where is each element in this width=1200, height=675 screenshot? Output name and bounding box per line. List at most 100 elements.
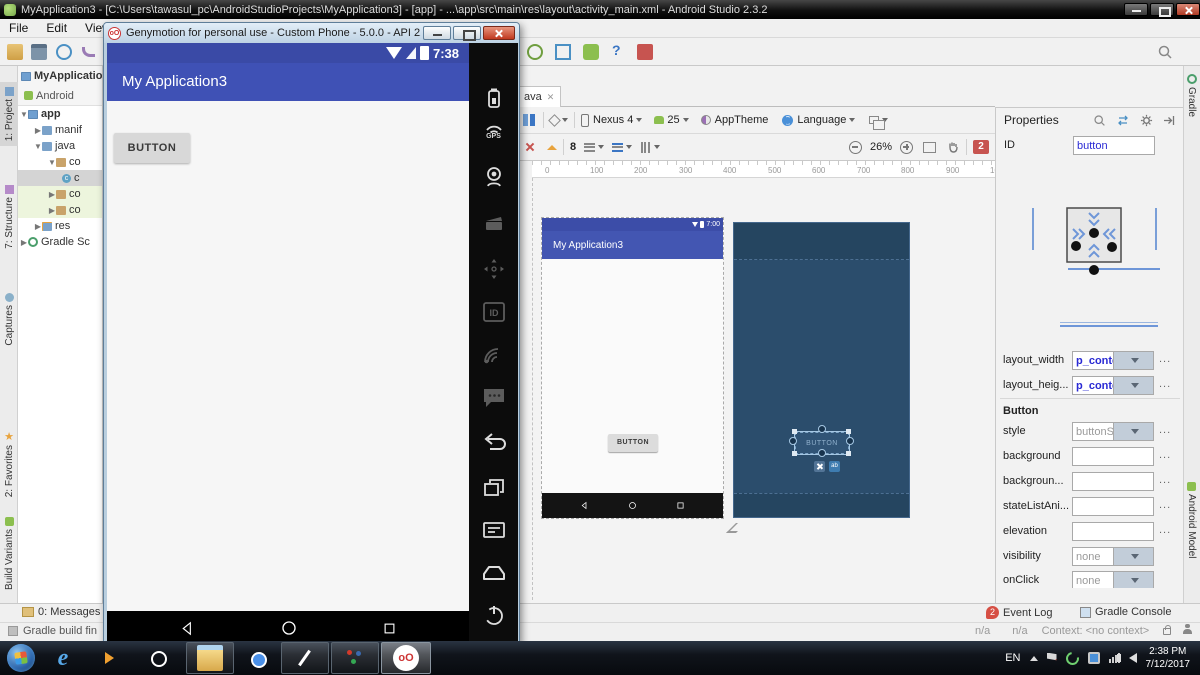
swap-view-icon[interactable] (1116, 115, 1130, 126)
tree-item-app[interactable]: ▼app (18, 106, 102, 122)
margin-icon[interactable] (584, 143, 595, 152)
api-selector[interactable]: 25 (667, 114, 679, 126)
resize-handle[interactable] (792, 429, 797, 434)
recent-apps-tool-icon[interactable] (469, 477, 518, 499)
more-button[interactable]: ... (1159, 449, 1171, 461)
menu-tool-icon[interactable] (469, 520, 518, 540)
maximize-button[interactable] (453, 26, 481, 40)
pack-icon[interactable] (641, 142, 650, 153)
search-icon[interactable] (1157, 44, 1173, 60)
statelistanimator-input[interactable] (1072, 497, 1154, 516)
tab-structure[interactable]: 7: Structure (0, 180, 18, 254)
more-button[interactable]: ... (1159, 353, 1171, 365)
minimize-button[interactable] (423, 26, 451, 40)
more-button[interactable]: ... (1159, 524, 1171, 536)
tab-build-variants[interactable]: Build Variants (0, 512, 18, 595)
undo-icon[interactable] (82, 47, 95, 57)
home-tool-icon[interactable] (469, 563, 518, 581)
blueprint-surface-icon[interactable] (530, 114, 535, 126)
constraint-inspector[interactable] (1048, 200, 1140, 300)
taskbar-explorer[interactable] (197, 645, 223, 671)
volume-icon[interactable] (1129, 653, 1137, 663)
sms-tool-icon[interactable] (469, 387, 518, 409)
close-button[interactable] (483, 26, 515, 40)
layout-height-select[interactable]: p_content (1072, 376, 1154, 395)
tree-item-res[interactable]: ▶res (18, 218, 102, 234)
minimize-button[interactable] (1124, 3, 1148, 16)
resize-handle[interactable] (846, 451, 851, 456)
project-structure-icon[interactable] (555, 44, 571, 60)
more-button[interactable]: ... (1159, 378, 1171, 390)
gear-icon[interactable] (1140, 114, 1153, 127)
recents-button[interactable] (382, 621, 397, 636)
style-select[interactable]: buttonStyl (1072, 422, 1154, 441)
genymotion-titlebar[interactable]: oO Genymotion for personal use - Custom … (104, 23, 519, 43)
clear-constraints-icon[interactable] (525, 142, 535, 152)
bias-line-2[interactable] (1060, 325, 1158, 327)
editor-tab-mainactivity[interactable]: ava ✕ (517, 86, 561, 107)
tab-favorites[interactable]: ★ 2: Favorites (0, 428, 18, 502)
emulator-button[interactable]: BUTTON (114, 133, 190, 163)
edit-text-icon[interactable]: ab (829, 461, 840, 472)
pan-icon[interactable] (946, 140, 960, 154)
tree-item-selected-class[interactable]: cc (18, 170, 102, 186)
open-icon[interactable] (7, 44, 23, 60)
onclick-select[interactable]: none (1072, 571, 1154, 588)
language-selector[interactable]: Language (797, 114, 846, 126)
background-input[interactable] (1072, 447, 1154, 466)
default-margin-value[interactable]: 8 (570, 141, 576, 153)
sdk-manager-icon[interactable] (583, 44, 599, 60)
zoom-in-icon[interactable] (900, 141, 913, 154)
tab-gradle-console[interactable]: Gradle Console (1080, 606, 1171, 618)
layout-variant-icon[interactable] (869, 116, 879, 124)
emulator-screen[interactable]: 7:38 My Application3 BUTTON (107, 43, 469, 645)
tab-close-icon[interactable]: ✕ (547, 92, 555, 103)
identifiers-tool-icon[interactable]: ID (469, 301, 518, 323)
design-surface-icon[interactable] (523, 114, 528, 126)
zoom-out-icon[interactable] (849, 141, 862, 154)
design-button[interactable]: BUTTON (608, 434, 658, 452)
menu-file[interactable]: File (0, 21, 37, 35)
taskbar-internet-explorer[interactable]: e (50, 645, 76, 671)
id-input[interactable] (1073, 136, 1155, 155)
tab-project[interactable]: 1: Project (0, 82, 18, 146)
constraint-anchor-left[interactable] (789, 437, 797, 445)
tab-event-log[interactable]: 2 Event Log (986, 606, 1053, 619)
constraint-anchor-bottom[interactable] (818, 449, 826, 457)
zoom-fit-icon[interactable] (923, 142, 936, 153)
action-center-icon[interactable] (1047, 653, 1057, 664)
more-button[interactable]: ... (1159, 474, 1171, 486)
battery-tool-icon[interactable] (469, 87, 518, 109)
lock-icon[interactable] (1163, 628, 1171, 635)
home-button[interactable] (280, 619, 298, 637)
project-view-selector[interactable]: Android (18, 86, 102, 106)
tree-item-gradle-scripts[interactable]: ▶Gradle Sc (18, 234, 102, 250)
blueprint-preview[interactable]: BUTTON ab (733, 222, 910, 518)
close-button[interactable] (1176, 3, 1200, 16)
delete-constraints-icon[interactable] (814, 461, 825, 472)
windows-update-icon[interactable] (1088, 652, 1100, 664)
power-tool-icon[interactable] (469, 603, 518, 627)
tray-clock[interactable]: 2:38 PM 7/12/2017 (1146, 645, 1197, 671)
layout-width-select[interactable]: p_content (1072, 351, 1154, 370)
tree-item-package-test[interactable]: ▶co (18, 186, 102, 202)
more-button[interactable]: ... (1159, 499, 1171, 511)
visibility-select[interactable]: none (1072, 547, 1154, 566)
start-button[interactable] (7, 644, 35, 672)
back-button[interactable] (179, 620, 196, 637)
resize-handle[interactable] (792, 451, 797, 456)
taskbar-genymotion[interactable]: oO (393, 645, 419, 671)
resize-handle[interactable] (846, 429, 851, 434)
refresh-icon[interactable] (56, 44, 72, 60)
error-count-badge[interactable]: 2 (973, 140, 989, 154)
constraint-anchor-top[interactable] (818, 425, 826, 433)
tab-android-model[interactable]: Android Model (1183, 478, 1200, 562)
align-icon[interactable] (612, 143, 623, 152)
tree-item-java[interactable]: ▼java (18, 138, 102, 154)
sync-icon[interactable] (1063, 649, 1081, 667)
elevation-input[interactable] (1072, 522, 1154, 541)
design-preview[interactable]: 7:00 My Application3 BUTTON (541, 217, 724, 519)
hide-panel-icon[interactable] (1163, 115, 1175, 126)
avd-manager-icon[interactable] (637, 44, 653, 60)
user-icon[interactable] (1183, 629, 1192, 634)
